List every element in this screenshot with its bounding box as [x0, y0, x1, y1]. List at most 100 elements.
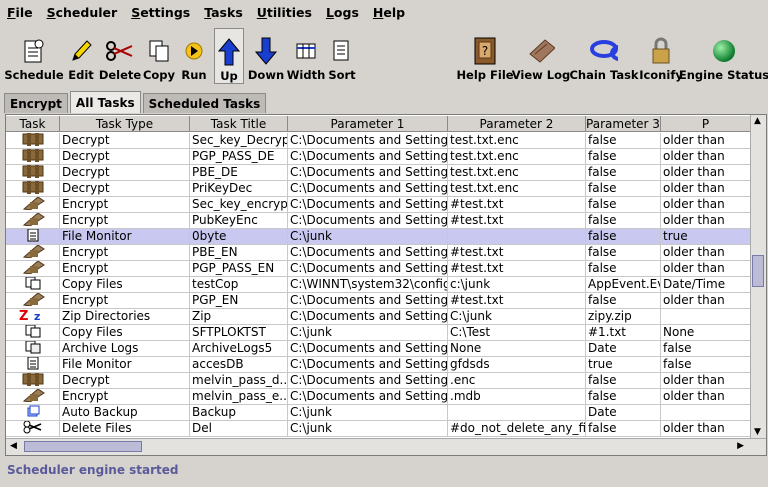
- table-row[interactable]: File Monitor 0byte C:\junk false true: [6, 229, 751, 245]
- horizontal-scroll-thumb[interactable]: [24, 441, 142, 452]
- tab-all-tasks[interactable]: All Tasks: [69, 91, 141, 113]
- copy-files-icon: [25, 325, 41, 340]
- table-row[interactable]: Decrypt PBE_DE C:\Documents and Setting...…: [6, 165, 751, 181]
- menu-file[interactable]: File: [0, 5, 40, 20]
- table-row[interactable]: Auto Backup Backup C:\junk Date: [6, 405, 751, 421]
- parameter-2-cell: test.txt.enc: [448, 165, 586, 181]
- parameter-4-cell: older than: [661, 181, 751, 197]
- parameter-1-cell: C:\Documents and Setting...: [288, 357, 448, 373]
- task-icon-cell: [6, 277, 60, 293]
- help-file-button[interactable]: ? Help File: [456, 28, 514, 82]
- engine-status-label: Engine Status: [678, 68, 768, 82]
- parameter-3-cell: false: [586, 261, 661, 277]
- menu-tasks[interactable]: Tasks: [197, 5, 250, 20]
- table-row[interactable]: File Monitor accesDB C:\Documents and Sett…: [6, 357, 751, 373]
- table-row[interactable]: Copy Files SFTPLOKTST C:\junk C:\Test #1.txt…: [6, 325, 751, 341]
- sort-button[interactable]: Sort: [328, 28, 356, 82]
- menu-settings[interactable]: Settings: [124, 5, 197, 20]
- run-label: Run: [181, 68, 207, 82]
- horizontal-scrollbar[interactable]: ◀ ▶: [6, 438, 766, 455]
- table-row[interactable]: Encrypt PBE_EN C:\Documents and Setting...…: [6, 245, 751, 261]
- parameter-3-cell: true: [586, 357, 661, 373]
- table-row[interactable]: Encrypt PubKeyEnc C:\Documents and Setting…: [6, 213, 751, 229]
- table-row[interactable]: Decrypt Sec_key_Decrypt C:\Documents and S…: [6, 133, 751, 149]
- column-header-parameter-2[interactable]: Parameter 2: [448, 116, 586, 132]
- task-type-cell: Copy Files: [60, 277, 190, 293]
- column-header-task[interactable]: Task: [6, 116, 60, 132]
- task-icon-cell: [6, 373, 60, 389]
- task-title-cell: Backup: [190, 405, 288, 421]
- up-button[interactable]: Up: [214, 28, 244, 84]
- parameter-2-cell: test.txt.enc: [448, 181, 586, 197]
- view-log-button[interactable]: View Log: [512, 28, 570, 82]
- encrypt-icon: [18, 197, 48, 212]
- task-icon-cell: [6, 149, 60, 165]
- iconify-button[interactable]: Iconify: [639, 28, 683, 82]
- task-icon-cell: [6, 293, 60, 309]
- tab-scheduled-tasks[interactable]: Scheduled Tasks: [142, 93, 267, 113]
- column-header-task-type[interactable]: Task Type: [60, 116, 190, 132]
- table-row[interactable]: Archive Logs ArchiveLogs5 C:\Documents and…: [6, 341, 751, 357]
- menu-scheduler[interactable]: Scheduler: [40, 5, 125, 20]
- task-title-cell: PGP_EN: [190, 293, 288, 309]
- tab-bar: Encrypt All Tasks Scheduled Tasks: [4, 91, 268, 113]
- parameter-1-cell: C:\Documents and Setting...: [288, 389, 448, 405]
- width-button[interactable]: Width: [287, 28, 325, 82]
- copy-button[interactable]: Copy: [143, 28, 175, 82]
- parameter-1-cell: C:\Documents and Setting...: [288, 133, 448, 149]
- parameter-3-cell: false: [586, 373, 661, 389]
- scroll-down-arrow-icon[interactable]: ▼: [754, 427, 761, 437]
- parameter-1-cell: C:\Documents and Setting...: [288, 149, 448, 165]
- column-header-p[interactable]: P: [661, 116, 751, 132]
- task-type-cell: Auto Backup: [60, 405, 190, 421]
- parameter-4-cell: [661, 405, 751, 421]
- encrypt-icon: [18, 213, 48, 228]
- scroll-left-arrow-icon[interactable]: ◀: [10, 441, 17, 451]
- edit-button[interactable]: Edit: [66, 28, 96, 82]
- parameter-2-cell: gfdsds: [448, 357, 586, 373]
- column-header-parameter-3[interactable]: Parameter 3: [586, 116, 661, 132]
- table-row[interactable]: Encrypt melvin_pass_e... C:\Documents and …: [6, 389, 751, 405]
- menu-help[interactable]: Help: [366, 5, 412, 20]
- table-row[interactable]: Decrypt PGP_PASS_DE C:\Documents and Setti…: [6, 149, 751, 165]
- status-message: Scheduler engine started: [7, 463, 179, 477]
- scroll-up-arrow-icon[interactable]: ▲: [754, 116, 761, 126]
- parameter-2-cell: #do_not_delete_any_file: [448, 421, 586, 437]
- column-header-task-title[interactable]: Task Title: [190, 116, 288, 132]
- delete-button[interactable]: Delete: [99, 28, 141, 82]
- table-row[interactable]: Copy Files testCop C:\WINNT\system32\confi…: [6, 277, 751, 293]
- table-row[interactable]: Encrypt Sec_key_encrypt C:\Documents and S…: [6, 197, 751, 213]
- run-button[interactable]: Run: [180, 28, 208, 82]
- column-header-parameter-1[interactable]: Parameter 1: [288, 116, 448, 132]
- parameter-2-cell: test.txt.enc: [448, 149, 586, 165]
- vertical-scroll-thumb[interactable]: [752, 255, 764, 287]
- menu-logs[interactable]: Logs: [319, 5, 366, 20]
- engine-status-button[interactable]: Engine Status: [679, 28, 768, 82]
- arrow-down-icon: [252, 36, 280, 66]
- table-row[interactable]: Delete Files Del C:\junk #do_not_delete_any…: [6, 421, 751, 437]
- table-row[interactable]: Zz Zip Directories Zip C:\Documents and Set…: [6, 309, 751, 325]
- parameter-3-cell: false: [586, 229, 661, 245]
- table-row[interactable]: Decrypt melvin_pass_d... C:\Documents and …: [6, 373, 751, 389]
- table-row[interactable]: Encrypt PGP_PASS_EN C:\Documents and Setti…: [6, 261, 751, 277]
- parameter-3-cell: false: [586, 149, 661, 165]
- parameter-4-cell: [661, 309, 751, 325]
- table-row[interactable]: Encrypt PGP_EN C:\Documents and Setting...…: [6, 293, 751, 309]
- schedule-label: Schedule: [4, 68, 64, 82]
- table-row[interactable]: Decrypt PriKeyDec C:\Documents and Setting…: [6, 181, 751, 197]
- tab-encrypt[interactable]: Encrypt: [4, 93, 68, 113]
- task-type-cell: Decrypt: [60, 133, 190, 149]
- schedule-button[interactable]: Schedule: [4, 28, 64, 82]
- menu-utilities[interactable]: Utilities: [250, 5, 319, 20]
- down-button[interactable]: Down: [248, 28, 284, 82]
- task-type-cell: Zip Directories: [60, 309, 190, 325]
- chain-task-button[interactable]: Chain Task: [569, 28, 639, 82]
- vertical-scrollbar[interactable]: ▲ ▼: [750, 115, 766, 438]
- parameter-1-cell: C:\Documents and Setting...: [288, 245, 448, 261]
- task-icon-cell: [6, 165, 60, 181]
- parameter-2-cell: #test.txt: [448, 213, 586, 229]
- log-icon: [527, 36, 555, 66]
- sort-label: Sort: [328, 68, 356, 82]
- task-type-cell: Decrypt: [60, 181, 190, 197]
- scroll-right-arrow-icon[interactable]: ▶: [737, 441, 744, 451]
